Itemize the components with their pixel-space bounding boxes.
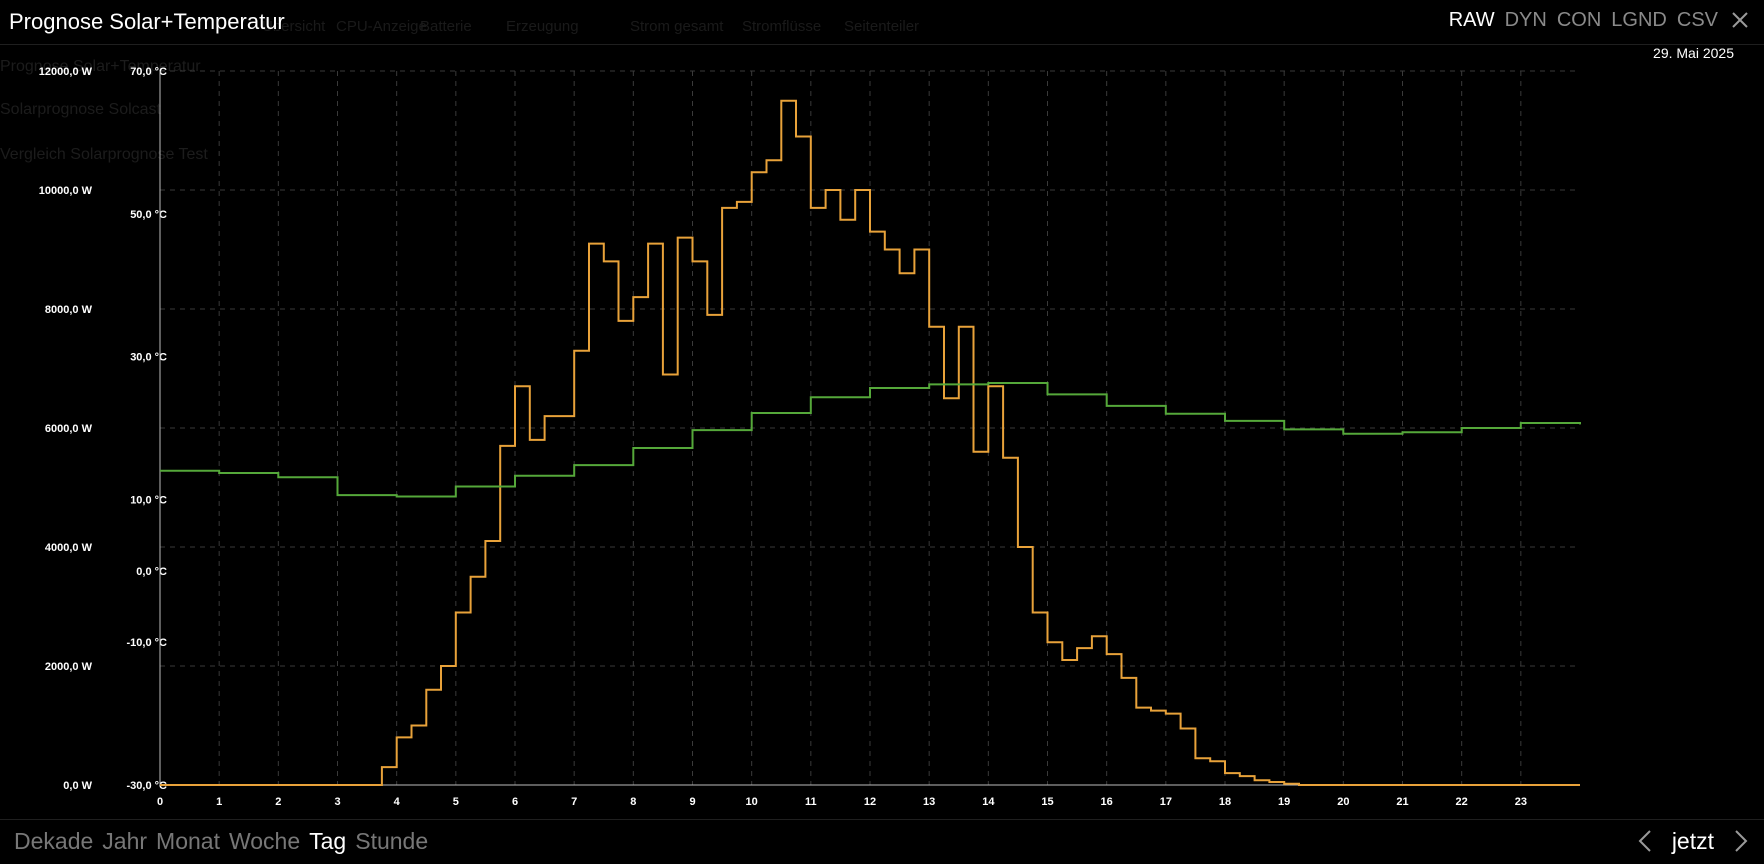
- y-left-tick-label: 12000,0 W: [39, 66, 93, 78]
- x-tick-label: 12: [864, 796, 876, 808]
- tab-stunde[interactable]: Stunde: [355, 828, 428, 855]
- chevron-right-icon[interactable]: [1732, 828, 1750, 854]
- chart[interactable]: 0 1 2 3 4 5 6 7 8 9 10 11 12 13 14 15 16 17 18 19 20 21 22 230,…: [0, 0, 1764, 864]
- y-right-tick-label: 50,0 °C: [130, 209, 167, 221]
- footer: Dekade Jahr Monat Woche Tag Stunde jetzt: [0, 819, 1764, 864]
- x-tick-label: 22: [1456, 796, 1468, 808]
- date-label: 29. Mai 2025: [1653, 45, 1734, 61]
- x-tick-label: 7: [571, 796, 577, 808]
- x-tick-label: 20: [1337, 796, 1349, 808]
- x-tick-label: 3: [334, 796, 340, 808]
- x-tick-label: 2: [275, 796, 281, 808]
- header: Prognose Solar+Temperatur RAW DYN CON LG…: [0, 0, 1764, 45]
- x-tick-label: 9: [689, 796, 695, 808]
- x-tick-label: 18: [1219, 796, 1231, 808]
- x-tick-label: 8: [630, 796, 636, 808]
- y-right-tick-label: 0,0 °C: [136, 566, 167, 578]
- tab-woche[interactable]: Woche: [229, 828, 300, 855]
- x-tick-label: 4: [394, 796, 401, 808]
- close-icon[interactable]: [1728, 8, 1752, 32]
- period-tabs: Dekade Jahr Monat Woche Tag Stunde: [14, 828, 428, 855]
- y-right-tick-label: 30,0 °C: [130, 352, 167, 364]
- x-tick-label: 5: [453, 796, 459, 808]
- series-line-1: [160, 382, 1581, 498]
- x-tick-label: 14: [982, 796, 995, 808]
- y-left-tick-label: 6000,0 W: [45, 423, 93, 435]
- now-button[interactable]: jetzt: [1672, 828, 1714, 855]
- view-mode-toolbar: RAW DYN CON LGND CSV: [1449, 9, 1718, 32]
- mode-con-button[interactable]: CON: [1557, 9, 1601, 32]
- grid: [160, 70, 1580, 785]
- y-left-tick-label: 8000,0 W: [45, 304, 93, 316]
- mode-lgnd-button[interactable]: LGND: [1611, 9, 1667, 32]
- x-tick-label: 23: [1515, 796, 1527, 808]
- x-tick-label: 11: [805, 796, 817, 808]
- y-right-tick-label: 10,0 °C: [130, 494, 167, 506]
- x-tick-label: 13: [923, 796, 935, 808]
- y-right-tick-label: 70,0 °C: [130, 66, 167, 78]
- page-title: Prognose Solar+Temperatur: [9, 9, 285, 34]
- y-left-tick-label: 2000,0 W: [45, 661, 93, 673]
- x-tick-label: 17: [1160, 796, 1172, 808]
- x-tick-label: 19: [1278, 796, 1290, 808]
- x-tick-label: 1: [216, 796, 222, 808]
- time-navigation: jetzt: [1636, 826, 1750, 856]
- tab-monat[interactable]: Monat: [156, 828, 220, 855]
- chevron-left-icon[interactable]: [1636, 828, 1654, 854]
- x-tick-label: 16: [1101, 796, 1113, 808]
- x-tick-label: 10: [746, 796, 758, 808]
- y-left-tick-label: 4000,0 W: [45, 542, 93, 554]
- tab-dekade[interactable]: Dekade: [14, 828, 93, 855]
- y-left-tick-label: 0,0 W: [63, 780, 92, 792]
- tab-tag[interactable]: Tag: [309, 828, 346, 855]
- mode-dyn-button[interactable]: DYN: [1505, 9, 1547, 32]
- x-tick-label: 0: [157, 796, 163, 808]
- x-tick-label: 6: [512, 796, 518, 808]
- tab-jahr[interactable]: Jahr: [102, 828, 147, 855]
- y-right-tick-label: -10,0 °C: [127, 637, 168, 649]
- axes: 0 1 2 3 4 5 6 7 8 9 10 11 12 13 14 15 16 17 18 19 20 21 22 230,…: [39, 66, 1580, 808]
- mode-raw-button[interactable]: RAW: [1449, 9, 1495, 32]
- x-tick-label: 15: [1041, 796, 1053, 808]
- y-left-tick-label: 10000,0 W: [39, 185, 93, 197]
- mode-csv-button[interactable]: CSV: [1677, 9, 1718, 32]
- x-tick-label: 21: [1396, 796, 1408, 808]
